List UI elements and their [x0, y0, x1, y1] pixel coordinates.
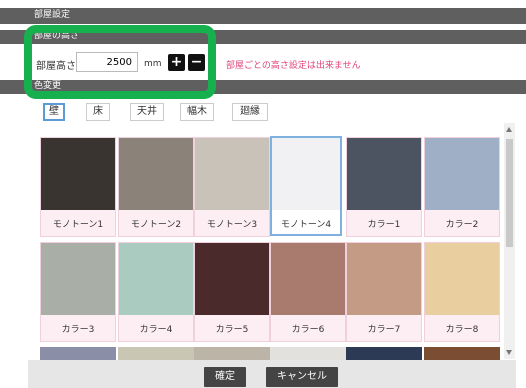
- decrease-height-button[interactable]: −: [188, 54, 205, 71]
- swatch-color: [346, 347, 422, 361]
- scroll-down-icon[interactable]: [506, 350, 512, 355]
- swatch-tile-color-4[interactable]: カラー4: [118, 242, 194, 342]
- swatch-color: [195, 243, 269, 315]
- section-title-color: 色変更: [34, 81, 62, 91]
- swatch-label: カラー3: [61, 325, 95, 335]
- height-row: 部屋高さ mm + − 部屋ごとの高さ設定は出来ません: [0, 50, 526, 76]
- swatch-label: カラー1: [367, 220, 401, 230]
- swatch-label: カラー2: [445, 220, 479, 230]
- swatch-label: モノトーン2: [130, 220, 182, 230]
- swatch-label: カラー6: [291, 325, 325, 335]
- cancel-button[interactable]: キャンセル: [266, 367, 338, 387]
- swatch-color: [347, 138, 421, 210]
- swatch-color: [272, 138, 340, 210]
- swatch-color: [194, 347, 270, 361]
- section-title-height: 部屋の高さ: [34, 31, 80, 41]
- swatch-tile-color-5[interactable]: カラー5: [194, 242, 270, 342]
- swatch-tile-color-2[interactable]: カラー2: [424, 137, 500, 237]
- swatch-tile-color-8[interactable]: カラー8: [424, 242, 500, 342]
- swatch-tile-partial[interactable]: [346, 347, 422, 361]
- swatch-tile-color-7[interactable]: カラー7: [346, 242, 422, 342]
- swatch-tile-monotone-2[interactable]: モノトーン2: [118, 137, 194, 237]
- swatch-tile-color-6[interactable]: カラー6: [270, 242, 346, 342]
- swatch-tile-color-3[interactable]: カラー3: [40, 242, 116, 342]
- tab-crown-molding[interactable]: 廻縁: [232, 103, 268, 121]
- dialog-title: 部屋設定: [34, 10, 71, 20]
- swatch-tile-monotone-1[interactable]: モノトーン1: [40, 137, 116, 237]
- minus-icon: −: [190, 54, 203, 70]
- room-height-input[interactable]: [76, 52, 138, 72]
- tab-wall[interactable]: 壁: [43, 103, 65, 121]
- swatch-color: [41, 243, 115, 315]
- swatch-tile-partial[interactable]: [194, 347, 270, 361]
- swatch-label: カラー7: [367, 325, 401, 335]
- swatch-label: モノトーン4: [280, 220, 332, 230]
- swatch-color: [41, 138, 115, 210]
- room-height-label: 部屋高さ: [36, 61, 76, 72]
- increase-height-button[interactable]: +: [168, 54, 185, 71]
- swatch-label: モノトーン3: [206, 220, 258, 230]
- swatch-tile-partial[interactable]: [270, 347, 346, 361]
- section-header-color: 色変更: [0, 80, 526, 94]
- tab-floor[interactable]: 床: [86, 103, 110, 121]
- swatch-tile-partial[interactable]: [118, 347, 194, 361]
- swatch-tile-monotone-3[interactable]: モノトーン3: [194, 137, 270, 237]
- swatch-color: [271, 243, 345, 315]
- swatch-color: [425, 138, 499, 210]
- swatch-color: [347, 243, 421, 315]
- section-header-height: 部屋の高さ: [0, 30, 526, 44]
- swatch-color: [195, 138, 269, 210]
- scroll-thumb[interactable]: [506, 139, 513, 247]
- swatch-color: [424, 347, 500, 361]
- swatch-color: [40, 347, 116, 361]
- swatch-color: [119, 243, 193, 315]
- swatch-tile-partial[interactable]: [40, 347, 116, 361]
- unit-label: mm: [144, 59, 162, 69]
- confirm-button[interactable]: 確定: [204, 367, 246, 387]
- tab-baseboard[interactable]: 幅木: [180, 103, 214, 121]
- dialog-title-bar: 部屋設定: [0, 8, 526, 24]
- swatch-color: [119, 138, 193, 210]
- height-warning-text: 部屋ごとの高さ設定は出来ません: [226, 61, 361, 71]
- plus-icon: +: [170, 54, 183, 70]
- scroll-up-icon[interactable]: [506, 127, 512, 132]
- swatch-color: [425, 243, 499, 315]
- swatch-label: モノトーン1: [52, 220, 104, 230]
- swatch-tile-color-1[interactable]: カラー1: [346, 137, 422, 237]
- dialog-footer: 確定 キャンセル: [28, 360, 516, 388]
- swatch-label: カラー5: [215, 325, 249, 335]
- swatch-label: カラー8: [445, 325, 479, 335]
- swatch-tile-monotone-4[interactable]: モノトーン4: [270, 136, 342, 236]
- swatch-tile-partial[interactable]: [424, 347, 500, 361]
- tab-ceiling[interactable]: 天井: [130, 103, 164, 121]
- swatch-label: カラー4: [139, 325, 173, 335]
- swatch-scrollbar[interactable]: [504, 123, 515, 359]
- swatch-color: [118, 347, 194, 361]
- swatch-color: [270, 347, 346, 361]
